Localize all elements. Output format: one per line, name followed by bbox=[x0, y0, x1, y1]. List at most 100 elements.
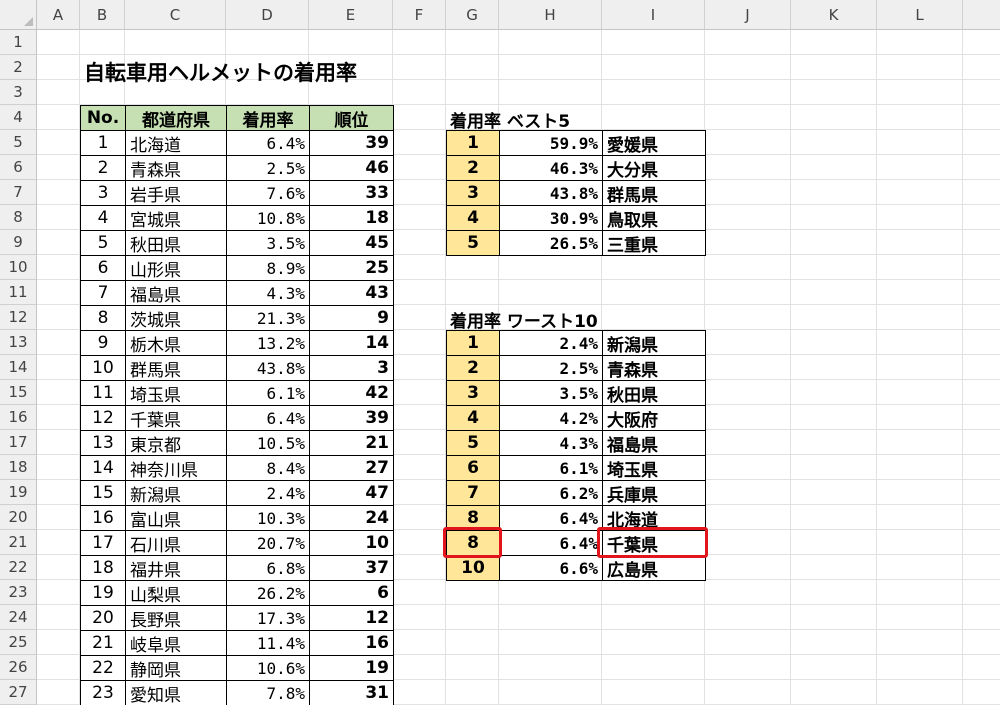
main-table-cell[interactable]: 7 bbox=[80, 280, 126, 306]
best5-rate-cell[interactable]: 43.8% bbox=[499, 180, 603, 206]
main-table-cell[interactable]: 栃木県 bbox=[125, 330, 227, 356]
row-header-8[interactable]: 8 bbox=[0, 205, 37, 230]
worst10-rate-cell[interactable]: 6.1% bbox=[499, 455, 603, 481]
main-table-cell[interactable]: 11 bbox=[80, 380, 126, 406]
main-table-cell[interactable]: 39 bbox=[309, 405, 394, 431]
row-header-7[interactable]: 7 bbox=[0, 180, 37, 205]
best5-rank-cell[interactable]: 3 bbox=[446, 180, 500, 206]
worst10-prefecture-cell[interactable]: 福島県 bbox=[602, 430, 706, 456]
worst10-prefecture-cell[interactable]: 広島県 bbox=[602, 555, 706, 581]
main-table-cell[interactable]: 16 bbox=[80, 505, 126, 531]
main-table-cell[interactable]: 12 bbox=[80, 405, 126, 431]
spreadsheet-grid[interactable]: A B C D E F G H I J K L 1 2 3 4 5 6 7 8 9 10 11 12 13 14 15 16 17 18 1… bbox=[0, 0, 1000, 705]
row-header-9[interactable]: 9 bbox=[0, 230, 37, 255]
worst10-rate-cell[interactable]: 3.5% bbox=[499, 380, 603, 406]
main-table-cell[interactable]: 福井県 bbox=[125, 555, 227, 581]
worst10-rank-cell[interactable]: 1 bbox=[446, 330, 500, 356]
row-header-13[interactable]: 13 bbox=[0, 330, 37, 355]
column-header-G[interactable]: G bbox=[446, 0, 499, 30]
best5-prefecture-cell[interactable]: 大分県 bbox=[602, 155, 706, 181]
best5-rate-cell[interactable]: 46.3% bbox=[499, 155, 603, 181]
select-all-corner[interactable] bbox=[0, 0, 37, 30]
row-header-20[interactable]: 20 bbox=[0, 505, 37, 530]
main-table-cell[interactable]: 10.5% bbox=[226, 430, 310, 456]
worst10-rank-cell[interactable]: 10 bbox=[446, 555, 500, 581]
column-header-F[interactable]: F bbox=[393, 0, 446, 30]
main-table-cell[interactable]: 2.5% bbox=[226, 155, 310, 181]
main-table-header-cell[interactable]: 都道府県 bbox=[125, 105, 227, 131]
main-table-cell[interactable]: 東京都 bbox=[125, 430, 227, 456]
column-header-H[interactable]: H bbox=[499, 0, 602, 30]
main-table-cell[interactable]: 25 bbox=[309, 255, 394, 281]
main-table-cell[interactable]: 45 bbox=[309, 230, 394, 256]
main-table-cell[interactable]: 22 bbox=[80, 655, 126, 681]
column-header-B[interactable]: B bbox=[80, 0, 125, 30]
main-table-cell[interactable]: 14 bbox=[309, 330, 394, 356]
main-table-cell[interactable]: 46 bbox=[309, 155, 394, 181]
best5-prefecture-cell[interactable]: 愛媛県 bbox=[602, 130, 706, 156]
main-table-cell[interactable]: 10.6% bbox=[226, 655, 310, 681]
column-header-E[interactable]: E bbox=[309, 0, 393, 30]
main-table-cell[interactable]: 26.2% bbox=[226, 580, 310, 606]
main-table-cell[interactable]: 6 bbox=[309, 580, 394, 606]
main-table-cell[interactable]: 20 bbox=[80, 605, 126, 631]
row-header-24[interactable]: 24 bbox=[0, 605, 37, 630]
row-header-17[interactable]: 17 bbox=[0, 430, 37, 455]
worst10-rank-cell[interactable]: 6 bbox=[446, 455, 500, 481]
main-table-cell[interactable]: 愛知県 bbox=[125, 680, 227, 705]
row-header-25[interactable]: 25 bbox=[0, 630, 37, 655]
row-header-12[interactable]: 12 bbox=[0, 305, 37, 330]
row-header-16[interactable]: 16 bbox=[0, 405, 37, 430]
main-table-cell[interactable]: 21 bbox=[80, 630, 126, 656]
main-table-cell[interactable]: 31 bbox=[309, 680, 394, 705]
worst10-rank-cell[interactable]: 5 bbox=[446, 430, 500, 456]
worst10-rank-cell[interactable]: 3 bbox=[446, 380, 500, 406]
worst10-rate-cell[interactable]: 4.3% bbox=[499, 430, 603, 456]
main-table-cell[interactable]: 4 bbox=[80, 205, 126, 231]
main-table-cell[interactable]: 10 bbox=[309, 530, 394, 556]
main-table-cell[interactable]: 5 bbox=[80, 230, 126, 256]
main-table-cell[interactable]: 8.4% bbox=[226, 455, 310, 481]
main-table-cell[interactable]: 富山県 bbox=[125, 505, 227, 531]
worst10-rate-cell[interactable]: 6.4% bbox=[499, 530, 603, 556]
row-header-5[interactable]: 5 bbox=[0, 130, 37, 155]
row-header-26[interactable]: 26 bbox=[0, 655, 37, 680]
row-header-1[interactable]: 1 bbox=[0, 30, 37, 55]
best5-prefecture-cell[interactable]: 三重県 bbox=[602, 230, 706, 256]
row-header-23[interactable]: 23 bbox=[0, 580, 37, 605]
main-table-cell[interactable]: 静岡県 bbox=[125, 655, 227, 681]
best5-rank-cell[interactable]: 2 bbox=[446, 155, 500, 181]
main-table-cell[interactable]: 20.7% bbox=[226, 530, 310, 556]
main-table-cell[interactable]: 8.9% bbox=[226, 255, 310, 281]
main-table-cell[interactable]: 42 bbox=[309, 380, 394, 406]
main-table-cell[interactable]: 11.4% bbox=[226, 630, 310, 656]
main-table-cell[interactable]: 18 bbox=[309, 205, 394, 231]
main-table-cell[interactable]: 9 bbox=[80, 330, 126, 356]
main-table-cell[interactable]: 石川県 bbox=[125, 530, 227, 556]
worst10-prefecture-cell[interactable]: 青森県 bbox=[602, 355, 706, 381]
column-header-J[interactable]: J bbox=[705, 0, 791, 30]
row-header-10[interactable]: 10 bbox=[0, 255, 37, 280]
main-table-header-cell[interactable]: 順位 bbox=[309, 105, 394, 131]
best5-rank-cell[interactable]: 1 bbox=[446, 130, 500, 156]
best5-rank-cell[interactable]: 4 bbox=[446, 205, 500, 231]
row-header-14[interactable]: 14 bbox=[0, 355, 37, 380]
best5-prefecture-cell[interactable]: 群馬県 bbox=[602, 180, 706, 206]
row-header-2[interactable]: 2 bbox=[0, 55, 37, 80]
worst10-rank-cell[interactable]: 2 bbox=[446, 355, 500, 381]
main-table-cell[interactable]: 6.1% bbox=[226, 380, 310, 406]
row-header-4[interactable]: 4 bbox=[0, 105, 37, 130]
main-table-cell[interactable]: 43.8% bbox=[226, 355, 310, 381]
main-table-cell[interactable]: 秋田県 bbox=[125, 230, 227, 256]
main-table-header-cell[interactable]: 着用率 bbox=[226, 105, 310, 131]
main-table-cell[interactable]: 33 bbox=[309, 180, 394, 206]
row-header-19[interactable]: 19 bbox=[0, 480, 37, 505]
main-table-cell[interactable]: 青森県 bbox=[125, 155, 227, 181]
best5-rate-cell[interactable]: 30.9% bbox=[499, 205, 603, 231]
main-table-cell[interactable]: 39 bbox=[309, 130, 394, 156]
main-table-cell[interactable]: 埼玉県 bbox=[125, 380, 227, 406]
main-table-cell[interactable]: 21 bbox=[309, 430, 394, 456]
column-header-K[interactable]: K bbox=[791, 0, 877, 30]
main-table-cell[interactable]: 茨城県 bbox=[125, 305, 227, 331]
main-table-cell[interactable]: 2 bbox=[80, 155, 126, 181]
